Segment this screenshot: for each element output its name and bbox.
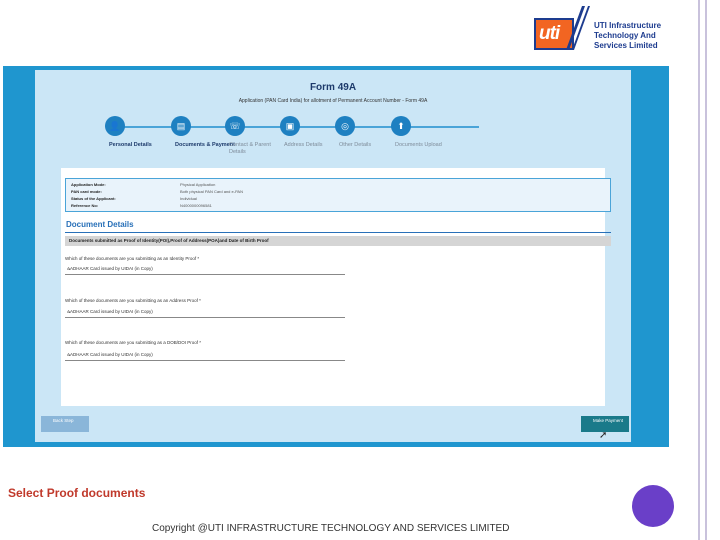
logo-line: Services Limited: [594, 41, 658, 50]
info-value: Physical Application: [180, 182, 216, 187]
application-info-table: Application Mode: Physical Application PAN…: [65, 178, 611, 212]
info-row: Reference No: N4000000096581: [66, 203, 610, 209]
form-subtitle: Application (PAN Card India) for allotme…: [238, 98, 428, 104]
back-step-button[interactable]: Back Step: [41, 416, 89, 432]
logo-line: UTI Infrastructure: [594, 21, 662, 30]
document-icon: ▤: [171, 116, 191, 136]
upload-icon: ⬆: [391, 116, 411, 136]
chevron-down-icon: ⌄: [67, 309, 72, 315]
info-value: Both physical PAN Card and e-PAN: [180, 189, 243, 194]
info-key: Status of the Applicant:: [71, 196, 116, 201]
step-label: Documents & Payment: [175, 142, 235, 148]
address-proof-select[interactable]: AADHAAR Card issued by UIDAI (in Copy) ⌄: [65, 308, 345, 318]
step-label: Address Details: [284, 142, 323, 148]
identity-proof-question: Which of these documents are you submitt…: [65, 256, 200, 261]
info-key: Application Mode:: [71, 182, 106, 187]
decorative-border-line: [705, 0, 707, 540]
address-card-icon: ▣: [280, 116, 300, 136]
user-icon: 👤: [105, 116, 125, 136]
uti-logo: uti UTI Infrastructure Technology And Se…: [532, 6, 672, 52]
form-content: Application Mode: Physical Application PAN…: [61, 168, 611, 406]
contact-icon: ☏: [225, 116, 245, 136]
documents-section-bar: Documents submitted as Proof of Identity…: [65, 236, 611, 246]
step-label: Contact & Parent Details: [229, 142, 271, 155]
chevron-down-icon: ⌄: [67, 266, 72, 272]
copyright-text: Copyright @UTI INFRASTRUCTURE TECHNOLOGY…: [152, 523, 510, 534]
form-screenshot: Form 49A Application (PAN Card India) fo…: [3, 66, 669, 447]
step-label: Personal Details: [109, 142, 152, 148]
documents-section-bar-text: Documents submitted as Proof of Identity…: [69, 238, 269, 243]
decorative-border-line: [698, 0, 700, 540]
form-panel: Form 49A Application (PAN Card India) fo…: [35, 70, 631, 442]
info-key: Reference No:: [71, 203, 99, 208]
dob-proof-question: Which of these documents are you submitt…: [65, 340, 202, 345]
dob-proof-select[interactable]: AADHAAR Card issued by UIDAI (in Copy) ⌄: [65, 351, 345, 361]
form-title: Form 49A: [309, 82, 357, 93]
address-proof-question: Which of these documents are you submitt…: [65, 298, 201, 303]
info-row: Status of the Applicant: Individual: [66, 196, 610, 202]
info-row: Application Mode: Physical Application: [66, 182, 610, 188]
mouse-cursor-icon: ➚: [599, 430, 608, 441]
other-icon: ◎: [335, 116, 355, 136]
identity-proof-select[interactable]: AADHAAR Card issued by UIDAI (in Copy) ⌄: [65, 265, 345, 275]
logo-company-name: UTI Infrastructure Technology And Servic…: [594, 21, 661, 51]
info-value: Individual: [180, 196, 197, 201]
info-value: N4000000096581: [180, 203, 212, 208]
document-details-title: Document Details: [66, 220, 134, 229]
info-row: PAN card mode: Both physical PAN Card and…: [66, 189, 610, 195]
step-label: Documents Upload: [395, 142, 442, 148]
slide-caption: Select Proof documents: [8, 486, 146, 500]
step-label: Other Details: [339, 142, 372, 148]
decorative-circle: [632, 485, 674, 527]
logo-line: Technology And: [594, 31, 656, 40]
info-key: PAN card mode:: [71, 189, 102, 194]
logo-mark-text: uti: [539, 23, 560, 44]
title-rule: [65, 232, 611, 233]
chevron-down-icon: ⌄: [67, 352, 72, 358]
